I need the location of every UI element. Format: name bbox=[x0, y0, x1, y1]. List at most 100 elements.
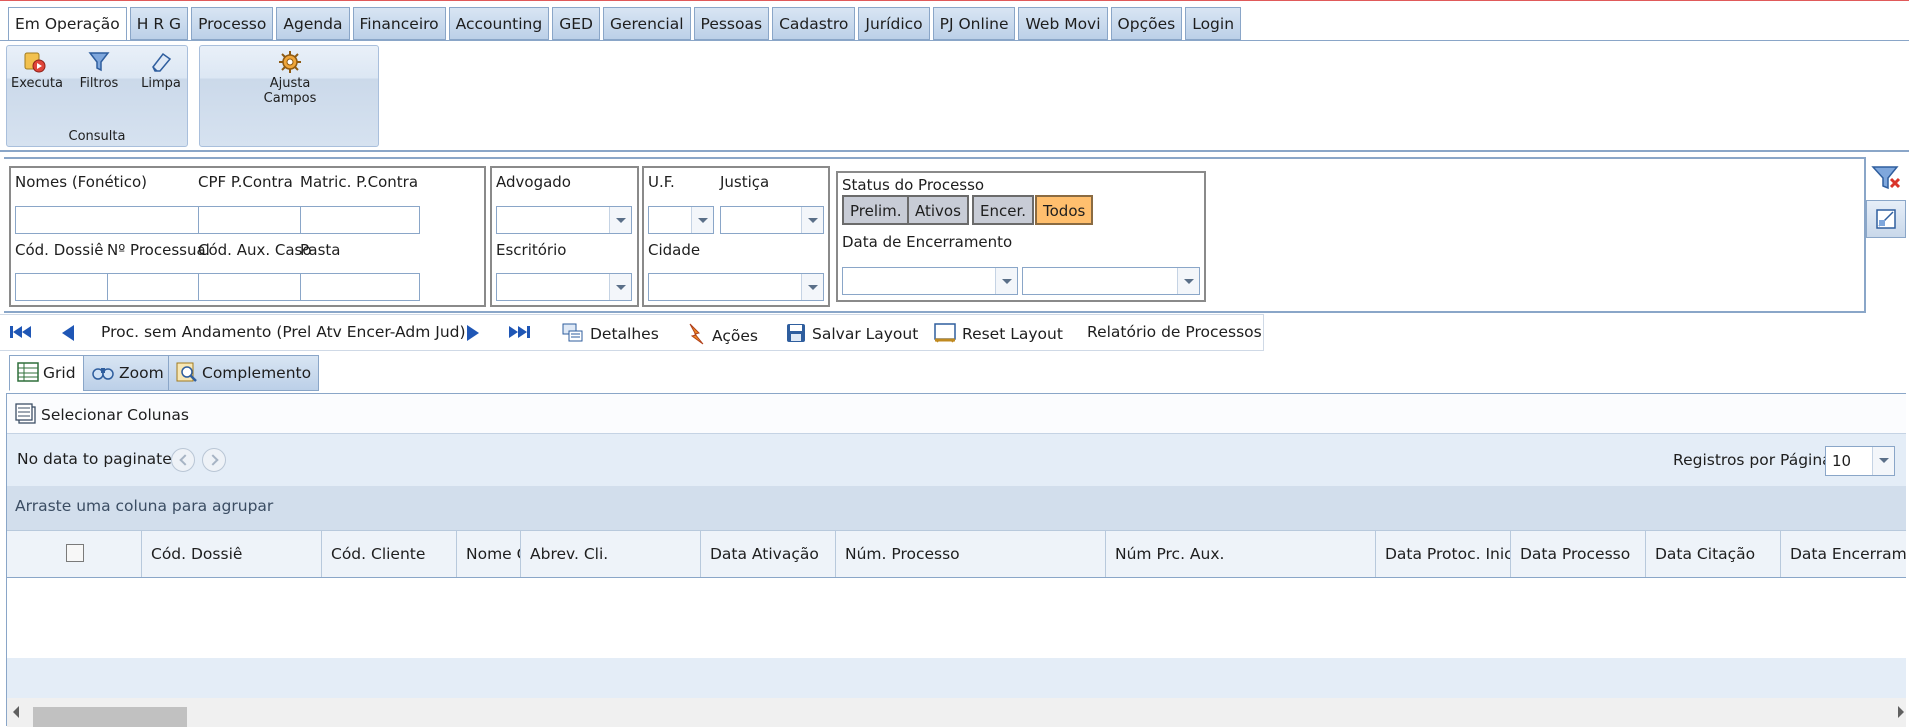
group-hint: Arraste uma coluna para agrupar bbox=[15, 497, 274, 515]
pager-prev-button[interactable] bbox=[171, 448, 195, 472]
uf-select[interactable] bbox=[648, 206, 714, 234]
limpa-button[interactable]: Limpa bbox=[139, 50, 183, 91]
relatorio-processos-button[interactable]: Relatório de Processos bbox=[1087, 323, 1262, 341]
col-num-processo[interactable]: Núm. Processo bbox=[836, 531, 1106, 577]
menu-tab-hrg[interactable]: H R G bbox=[129, 7, 189, 40]
registros-select[interactable]: 10 bbox=[1825, 446, 1895, 476]
menu-tab-em-operacao[interactable]: Em Operação bbox=[8, 7, 127, 41]
menu-tab-agenda[interactable]: Agenda bbox=[276, 7, 350, 40]
menu-tab-opcoes[interactable]: Opções bbox=[1110, 7, 1183, 40]
col-data-citacao[interactable]: Data Citação bbox=[1646, 531, 1781, 577]
horizontal-scrollbar[interactable] bbox=[7, 698, 1906, 727]
pager-next-button[interactable] bbox=[202, 448, 226, 472]
filter-box-identification: Nomes (Fonético) CPF P.Contra Matric. P.… bbox=[9, 166, 486, 307]
col-nome-cliente[interactable]: Nome Cliente bbox=[457, 531, 521, 577]
status-encer-button[interactable]: Encer. bbox=[972, 195, 1035, 225]
calendar-dropdown-icon[interactable] bbox=[995, 268, 1017, 294]
menu-tab-pj-online[interactable]: PJ Online bbox=[932, 7, 1016, 40]
justica-select[interactable] bbox=[720, 206, 824, 234]
status-title: Status do Processo bbox=[842, 176, 985, 194]
first-record-button[interactable] bbox=[8, 323, 40, 341]
cod-dossie-input[interactable] bbox=[15, 273, 121, 301]
process-toolbar: Proc. sem Andamento (Prel Atv Encer-Adm … bbox=[0, 314, 1264, 351]
registros-label: Registros por Página bbox=[1673, 451, 1832, 469]
escritorio-select[interactable] bbox=[496, 273, 632, 301]
filter-clear-button[interactable] bbox=[1866, 159, 1906, 197]
advogado-select[interactable] bbox=[496, 206, 632, 234]
chevron-down-icon[interactable] bbox=[801, 274, 823, 300]
menu-tab-juridico[interactable]: Jurídico bbox=[858, 7, 930, 40]
tab-zoom[interactable]: Zoom bbox=[83, 355, 172, 391]
matric-input[interactable] bbox=[300, 206, 420, 234]
menu-tab-pessoas[interactable]: Pessoas bbox=[693, 7, 770, 40]
select-all-checkbox[interactable] bbox=[66, 544, 84, 562]
status-todos-button[interactable]: Todos bbox=[1035, 195, 1094, 225]
cidade-select[interactable] bbox=[648, 273, 824, 301]
reset-layout-icon bbox=[934, 323, 956, 343]
panel-icon bbox=[1876, 209, 1896, 229]
chevron-down-icon[interactable] bbox=[801, 207, 823, 233]
menu-tab-financeiro[interactable]: Financeiro bbox=[352, 7, 446, 40]
calendar-dropdown-icon[interactable] bbox=[1177, 268, 1199, 294]
group-drop-area[interactable]: Arraste uma coluna para agrupar bbox=[7, 486, 1906, 530]
columns-icon bbox=[15, 403, 36, 424]
col-cod-cliente[interactable]: Cód. Cliente bbox=[322, 531, 457, 577]
acoes-button[interactable]: Ações bbox=[686, 323, 758, 345]
status-prelim-button[interactable]: Prelim. bbox=[842, 195, 910, 225]
filtros-button[interactable]: Filtros bbox=[75, 50, 123, 91]
menu-tab-processo[interactable]: Processo bbox=[191, 7, 274, 40]
main-menu-tabs: Em Operação H R G Processo Agenda Financ… bbox=[8, 7, 1244, 41]
grid-icon bbox=[17, 362, 39, 382]
col-data-ativacao[interactable]: Data Ativação bbox=[701, 531, 836, 577]
col-data-encerramento[interactable]: Data Encerramento bbox=[1781, 531, 1907, 577]
chevron-down-icon[interactable] bbox=[691, 207, 713, 233]
chevron-down-icon[interactable] bbox=[609, 207, 631, 233]
data-encerramento-fim[interactable] bbox=[1022, 267, 1200, 295]
last-record-button[interactable] bbox=[506, 323, 538, 341]
next-icon bbox=[467, 325, 479, 341]
tab-zoom-label: Zoom bbox=[119, 364, 164, 382]
menu-tab-ged[interactable]: GED bbox=[552, 7, 600, 40]
detalhes-label: Detalhes bbox=[590, 325, 659, 343]
col-abrev-cli[interactable]: Abrev. Cli. bbox=[521, 531, 701, 577]
filter-icon bbox=[88, 52, 110, 72]
scrollbar-thumb[interactable] bbox=[33, 707, 187, 727]
menu-tab-cadastro[interactable]: Cadastro bbox=[772, 7, 856, 40]
menu-tab-login[interactable]: Login bbox=[1185, 7, 1242, 40]
ribbon-group-consulta: Executa Filtros Limpa Consulta bbox=[6, 45, 188, 147]
scroll-right-icon[interactable] bbox=[1898, 706, 1904, 718]
col-cod-dossie[interactable]: Cód. Dossiê bbox=[142, 531, 322, 577]
num-processual-label: Nº Processual bbox=[107, 241, 210, 259]
uf-label: U.F. bbox=[648, 173, 675, 191]
tab-grid[interactable]: Grid bbox=[9, 355, 84, 391]
col-data-protoc-inicial[interactable]: Data Protoc. Inicial bbox=[1376, 531, 1511, 577]
last-icon bbox=[509, 326, 530, 338]
chevron-down-icon[interactable] bbox=[1872, 447, 1894, 475]
reset-layout-label: Reset Layout bbox=[962, 325, 1063, 343]
col-data-processo[interactable]: Data Processo bbox=[1511, 531, 1646, 577]
select-columns-button[interactable]: Selecionar Colunas bbox=[15, 403, 189, 425]
col-num-prc-aux[interactable]: Núm Prc. Aux. bbox=[1106, 531, 1376, 577]
detalhes-button[interactable]: Detalhes bbox=[562, 323, 659, 343]
reset-layout-button[interactable]: Reset Layout bbox=[934, 323, 1063, 343]
search-document-icon bbox=[176, 362, 197, 382]
scroll-left-icon[interactable] bbox=[13, 706, 19, 718]
ajusta-campos-button[interactable]: Ajusta Campos bbox=[260, 50, 320, 106]
chevron-down-icon[interactable] bbox=[609, 274, 631, 300]
layout-toggle-button[interactable] bbox=[1866, 200, 1906, 238]
previous-record-button[interactable] bbox=[58, 323, 84, 343]
executa-button[interactable]: Executa bbox=[11, 50, 63, 91]
menu-tab-accounting[interactable]: Accounting bbox=[448, 7, 550, 40]
menu-tab-web-movi[interactable]: Web Movi bbox=[1018, 7, 1108, 40]
ajusta-label-line2: Campos bbox=[263, 91, 317, 106]
cod-aux-caso-label: Cód. Aux. Caso bbox=[198, 241, 312, 259]
salvar-layout-button[interactable]: Salvar Layout bbox=[786, 323, 918, 343]
menu-tab-gerencial[interactable]: Gerencial bbox=[602, 7, 691, 40]
data-encerramento-inicio[interactable] bbox=[842, 267, 1018, 295]
advogado-label: Advogado bbox=[496, 173, 571, 191]
next-record-button[interactable] bbox=[463, 323, 489, 343]
pasta-input[interactable] bbox=[300, 273, 420, 301]
tab-complemento[interactable]: Complemento bbox=[168, 355, 320, 391]
status-ativos-button[interactable]: Ativos bbox=[907, 195, 969, 225]
tab-grid-label: Grid bbox=[43, 364, 76, 382]
